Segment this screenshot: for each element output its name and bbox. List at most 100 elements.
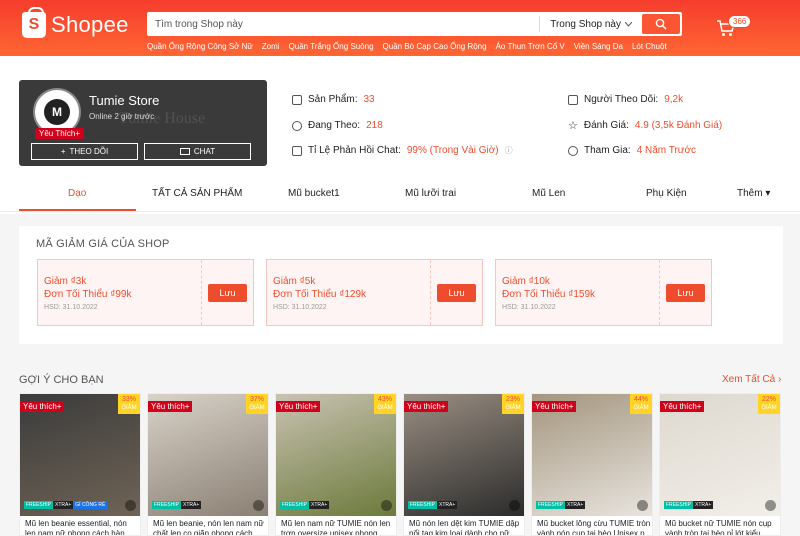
suggestion-link[interactable]: Áo Thun Trơn Cổ V xyxy=(496,42,565,51)
shop-logo-icon: M xyxy=(44,99,70,125)
chevron-down-icon xyxy=(625,21,632,27)
product-name: Mũ len nam nữ TUMIE nón len trơn oversiz… xyxy=(281,519,391,536)
tab-dao[interactable]: Dạo xyxy=(68,188,86,199)
voucher-minimum: Đơn Tối Thiểu ₫129k xyxy=(273,289,367,300)
stat-joined: Tham Gia: 4 Năm Trước xyxy=(568,145,696,156)
user-check-icon xyxy=(568,145,578,156)
stat-chat-response: Tỉ Lệ Phản Hồi Chat: 99% (Trong Vài Giờ) … xyxy=(292,145,513,156)
suggestion-link[interactable]: Quần Trắng Ống Suông xyxy=(289,42,374,51)
search-scope-select[interactable]: Trong Shop này xyxy=(539,16,642,32)
search-icon xyxy=(655,18,667,30)
product-card[interactable]: Yêu thích+ 33% GIẢM FREESHIP XTRA+ GỈ CÔNG RẺ… xyxy=(19,393,141,536)
favorite-badge: Yêu thích+ xyxy=(660,401,705,412)
voucher-discount: Giảm ₫10k xyxy=(502,276,550,287)
product-name: Mũ bucket nữ TUMIE nón cụp vành tròn tai… xyxy=(665,519,772,536)
star-icon: ☆ xyxy=(568,120,578,132)
discount-badge: 22% GIẢM xyxy=(758,394,780,414)
tab-bucket[interactable]: Mũ bucket1 xyxy=(288,188,340,199)
shop-name: Tumie Store xyxy=(89,93,160,108)
play-video-icon[interactable] xyxy=(509,500,520,511)
info-icon[interactable]: ⓘ xyxy=(505,145,513,156)
product-name: Mũ nón len dệt kim TUMIE dập nổi tag kim… xyxy=(409,519,520,536)
voucher-discount: Giảm ₫3k xyxy=(44,276,87,287)
chat-icon xyxy=(179,147,190,155)
voucher-expiry: HSD: 31.10.2022 xyxy=(273,304,327,311)
play-video-icon[interactable] xyxy=(125,500,136,511)
favorite-badge: Yêu thích+ xyxy=(20,401,65,412)
plus-icon: + xyxy=(60,147,66,156)
stat-followers: Người Theo Dõi: 9,2k xyxy=(568,94,683,105)
suggestion-link[interactable]: Zomi xyxy=(262,42,280,51)
freeship-badge: FREESHIP XTRA+ xyxy=(152,501,202,509)
active-tab-indicator xyxy=(19,209,136,211)
discount-badge: 33% GIẢM xyxy=(118,394,140,414)
search-input[interactable] xyxy=(147,14,540,34)
discount-badge: 23% GIẢM xyxy=(502,394,524,414)
product-card[interactable]: Yêu thích+ 22% GIẢM FREESHIP XTRA+ Mũ bucket … xyxy=(659,393,781,536)
suggestion-link[interactable]: Quần Bò Cạp Cao Ống Rộng xyxy=(383,42,487,51)
search-button[interactable] xyxy=(642,14,680,34)
shopee-bag-icon: S xyxy=(22,7,46,38)
freeship-badge: FREESHIP XTRA+ xyxy=(536,501,586,509)
tab-more[interactable]: Thêm ▾ xyxy=(737,188,770,199)
stat-rating: ☆ Đánh Giá: 4.9 (3,5k Đánh Giá) xyxy=(568,120,723,132)
see-all-link[interactable]: Xem Tất Cả › xyxy=(722,374,781,385)
voucher-discount: Giảm ₫5k xyxy=(273,276,316,287)
voucher-card: Giảm ₫10k Đơn Tối Thiểu ₫159k HSD: 31.10.… xyxy=(495,259,712,326)
save-voucher-button[interactable]: Lưu xyxy=(437,284,476,302)
product-card[interactable]: Yêu thích+ 43% GIẢM FREESHIP XTRA+ Mũ len nam… xyxy=(275,393,397,536)
suggestion-link[interactable]: Lót Chuột xyxy=(632,42,667,51)
product-name: Mũ len beanie essential, nón len nam nữ … xyxy=(25,519,127,536)
voucher-section: MÃ GIẢM GIÁ CỦA SHOP Giảm ₫3k Đơn Tối Thi… xyxy=(19,226,783,344)
stat-products: Sản Phẩm: 33 xyxy=(292,94,375,105)
shopee-logo[interactable]: S Shopee xyxy=(22,7,129,38)
discount-badge: 44% GIẢM xyxy=(630,394,652,414)
product-name: Mũ len beanie, nón len nam nữ chất len c… xyxy=(153,519,264,536)
play-video-icon[interactable] xyxy=(381,500,392,511)
stat-following: Đang Theo: 218 xyxy=(292,120,383,131)
tab-all-products[interactable]: TẤT CẢ SẢN PHẨM xyxy=(152,188,242,199)
freeship-badge: FREESHIP XTRA+ xyxy=(664,501,714,509)
suggestion-link[interactable]: Viền Sáng Da xyxy=(574,42,623,51)
recommend-title: GỢI Ý CHO BẠN xyxy=(19,374,104,386)
shop-icon xyxy=(292,94,302,105)
favorite-badge: Yêu thích+ xyxy=(148,401,193,412)
save-voucher-button[interactable]: Lưu xyxy=(666,284,705,302)
play-video-icon[interactable] xyxy=(253,500,264,511)
chat-button[interactable]: CHAT xyxy=(144,143,251,160)
header: S Shopee Trong Shop này Quần Ống Rộng Cô… xyxy=(0,0,800,56)
freeship-badge: FREESHIP XTRA+ xyxy=(408,501,458,509)
save-voucher-button[interactable]: Lưu xyxy=(208,284,247,302)
favorite-badge: Yêu thích+ xyxy=(532,401,577,412)
product-card[interactable]: Yêu thích+ 37% GIẢM FREESHIP XTRA+ Mũ len bea… xyxy=(147,393,269,536)
chevron-right-icon: › xyxy=(777,374,782,385)
play-video-icon[interactable] xyxy=(765,500,776,511)
voucher-minimum: Đơn Tối Thiểu ₫159k xyxy=(502,289,596,300)
voucher-card: Giảm ₫3k Đơn Tối Thiểu ₫99k HSD: 31.10.20… xyxy=(37,259,254,326)
shop-tabs: Dạo TẤT CẢ SẢN PHẨM Mũ bucket1 Mũ lưỡi t… xyxy=(0,180,800,212)
voucher-title: MÃ GIẢM GIÁ CỦA SHOP xyxy=(36,238,170,250)
product-name: Mũ bucket lông cừu TUMIE tròn vành nón c… xyxy=(537,519,651,536)
play-video-icon[interactable] xyxy=(637,500,648,511)
tab-accessories[interactable]: Phụ Kiện xyxy=(646,188,687,199)
freeship-badge: FREESHIP XTRA+ GỈ CÔNG RẺ xyxy=(24,501,108,509)
search-scope-label: Trong Shop này xyxy=(550,18,621,30)
follow-button[interactable]: + THEO DÕI xyxy=(31,143,138,160)
user-icon xyxy=(292,120,302,131)
logo-text: Shopee xyxy=(51,12,129,37)
product-card[interactable]: Yêu thích+ 44% GIẢM FREESHIP XTRA+ Mũ bucket … xyxy=(531,393,653,536)
chat-label: CHAT xyxy=(193,147,216,156)
shop-card: Tumie House M Yêu Thích+ Tumie Store Onl… xyxy=(19,80,267,166)
search-suggestions: Quần Ống Rộng Công Sở Nữ Zomi Quần Trắng… xyxy=(147,42,667,51)
tab-cap[interactable]: Mũ lưỡi trai xyxy=(405,188,456,199)
suggestion-link[interactable]: Quần Ống Rộng Công Sở Nữ xyxy=(147,42,253,51)
shop-online-status: Online 2 giờ trước xyxy=(89,112,155,121)
voucher-expiry: HSD: 31.10.2022 xyxy=(44,304,98,311)
favorite-badge: Yêu thích+ xyxy=(404,401,449,412)
favorite-badge: Yêu Thích+ xyxy=(35,128,84,139)
tab-beanie[interactable]: Mũ Len xyxy=(532,188,565,199)
favorite-badge: Yêu thích+ xyxy=(276,401,321,412)
voucher-expiry: HSD: 31.10.2022 xyxy=(502,304,556,311)
product-card[interactable]: Yêu thích+ 23% GIẢM FREESHIP XTRA+ Mũ nón len… xyxy=(403,393,525,536)
discount-badge: 43% GIẢM xyxy=(374,394,396,414)
